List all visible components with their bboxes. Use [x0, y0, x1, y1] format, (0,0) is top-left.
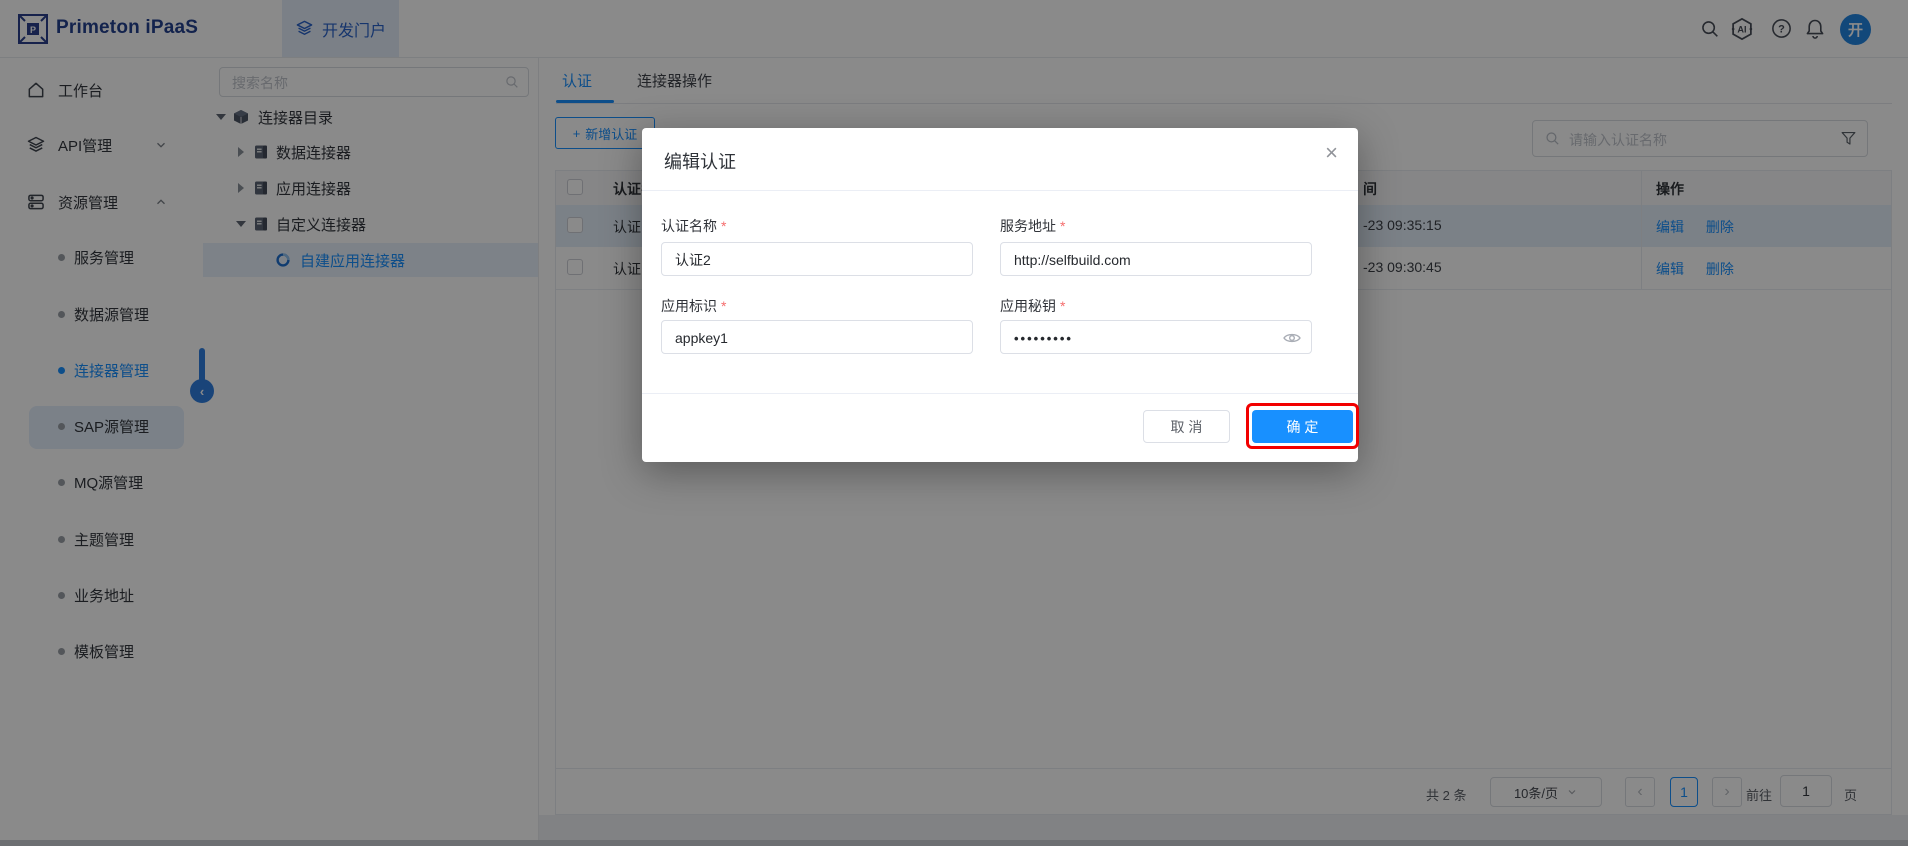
- field-label-app-secret: 应用秘钥 *: [1000, 298, 1066, 314]
- required-asterisk: *: [1060, 218, 1066, 234]
- eye-icon[interactable]: [1282, 328, 1302, 348]
- edit-auth-modal: 编辑认证 × 认证名称* 服务地址* 应用标识* 应用秘钥*: [642, 128, 1359, 462]
- required-asterisk: *: [1060, 298, 1066, 314]
- app-secret-field: [1000, 320, 1312, 355]
- field-label-service-address: 服务地址 *: [1000, 218, 1066, 234]
- modal-footer-divider: [642, 393, 1358, 394]
- cancel-button[interactable]: 取 消: [1143, 410, 1230, 443]
- app-root: P Primeton iPaaS 开发门户 AI ? 开 工作台 API管理 资…: [0, 0, 1908, 846]
- field-label-auth-name: 认证名称 *: [661, 218, 727, 234]
- required-asterisk: *: [721, 218, 727, 234]
- confirm-button[interactable]: 确 定: [1252, 410, 1353, 443]
- auth-name-input[interactable]: [673, 243, 947, 277]
- app-secret-input[interactable]: [1012, 321, 1286, 355]
- modal-header-divider: [642, 190, 1358, 191]
- auth-name-field: [661, 242, 973, 277]
- app-key-input[interactable]: [673, 321, 947, 355]
- required-asterisk: *: [721, 298, 727, 314]
- service-address-input[interactable]: [1012, 243, 1286, 277]
- field-label-app-key: 应用标识 *: [661, 298, 727, 314]
- app-key-field: [661, 320, 973, 355]
- service-address-field: [1000, 242, 1312, 277]
- modal-title: 编辑认证: [664, 152, 736, 172]
- close-icon[interactable]: ×: [1325, 142, 1338, 164]
